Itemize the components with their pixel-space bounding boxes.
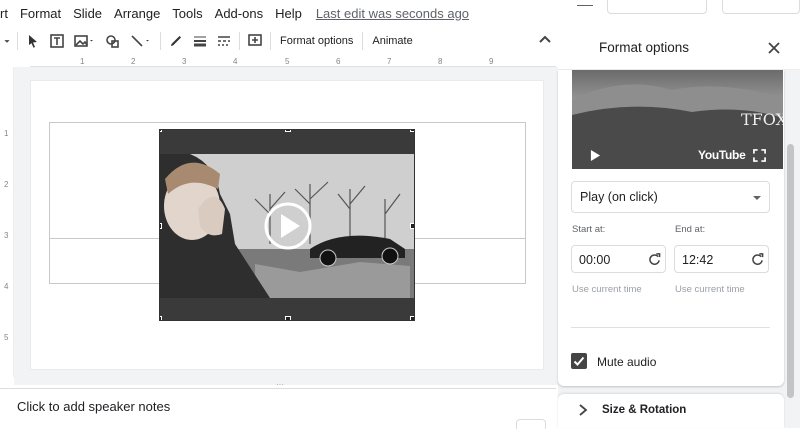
- format-options-panel: Format options TFOX YouTube Play (on cli…: [558, 27, 800, 428]
- video-thumbnail[interactable]: TFOX YouTube: [572, 70, 783, 169]
- refresh-icon[interactable]: [751, 253, 764, 266]
- menu-addons[interactable]: Add-ons: [209, 6, 269, 21]
- toolbar-divider: [160, 32, 161, 50]
- dropdown-caret-icon: [753, 196, 761, 200]
- panel-scrollbar[interactable]: [787, 144, 794, 398]
- last-edit-link[interactable]: Last edit was seconds ago: [316, 6, 469, 21]
- resize-handle[interactable]: [410, 223, 414, 229]
- horizontal-ruler: 1 2 3 4 5 6 7 8 9: [30, 55, 556, 67]
- ruler-tick: 4: [233, 57, 238, 66]
- playback-mode-dropdown[interactable]: Play (on click): [571, 181, 770, 213]
- video-frame: [160, 154, 414, 298]
- menu-insert[interactable]: rt: [0, 6, 14, 21]
- toolbar: Format options Animate: [0, 27, 560, 55]
- size-rotation-section[interactable]: Size & Rotation: [558, 394, 784, 428]
- close-icon[interactable]: [766, 40, 782, 56]
- menu-format[interactable]: Format: [14, 6, 67, 21]
- format-options-button[interactable]: Format options: [274, 30, 359, 52]
- ruler-tick: 2: [131, 57, 136, 66]
- ruler-tick: 1: [4, 129, 9, 138]
- menu-help[interactable]: Help: [269, 6, 308, 21]
- end-time-field[interactable]: 12:42: [674, 245, 769, 273]
- ruler-tick: 3: [4, 231, 9, 240]
- top-control-2[interactable]: [607, 0, 707, 14]
- ruler-tick: 9: [489, 57, 494, 66]
- resize-handle[interactable]: [160, 223, 162, 229]
- video-watermark: TFOX: [741, 110, 783, 129]
- ruler-tick: 2: [4, 180, 9, 189]
- end-at-label: End at:: [675, 224, 706, 235]
- chevron-down-icon[interactable]: [0, 30, 14, 52]
- ruler-tick: 5: [4, 333, 9, 342]
- speaker-notes[interactable]: Click to add speaker notes: [0, 388, 556, 429]
- comment-add-icon[interactable]: [243, 30, 267, 52]
- fullscreen-icon[interactable]: [753, 149, 766, 162]
- mute-audio-label[interactable]: Mute audio: [597, 355, 656, 369]
- toolbar-divider: [362, 32, 364, 50]
- use-current-time-end[interactable]: Use current time: [675, 284, 745, 295]
- ruler-tick: 5: [285, 57, 290, 66]
- cursor-icon[interactable]: [21, 30, 45, 52]
- ruler-tick: 4: [4, 282, 9, 291]
- start-time-value: 00:00: [579, 253, 611, 267]
- start-time-field[interactable]: 00:00: [571, 245, 666, 273]
- menu-arrange[interactable]: Arrange: [108, 6, 166, 21]
- collapse-icon[interactable]: [536, 31, 554, 49]
- text-box-icon[interactable]: [45, 30, 69, 52]
- size-rotation-label: Size & Rotation: [602, 404, 687, 416]
- resize-handle[interactable]: [285, 130, 291, 132]
- vertical-ruler: 1 2 3 4 5: [0, 67, 14, 377]
- shape-icon[interactable]: [101, 30, 125, 52]
- top-control-1[interactable]: [577, 0, 593, 6]
- ruler-tick: 6: [336, 57, 341, 66]
- video-playback-card: TFOX YouTube Play (on click) Start at: E…: [558, 70, 784, 386]
- toolbar-divider: [239, 32, 240, 50]
- menu-tools[interactable]: Tools: [166, 6, 208, 21]
- youtube-logo[interactable]: YouTube: [698, 148, 746, 162]
- playback-mode-value: Play (on click): [580, 190, 658, 204]
- resize-handle[interactable]: [160, 316, 162, 320]
- toolbar-divider: [270, 32, 271, 50]
- ruler-tick: 8: [438, 57, 443, 66]
- line-icon[interactable]: [125, 30, 157, 52]
- end-time-value: 12:42: [682, 253, 714, 267]
- animate-button[interactable]: Animate: [366, 30, 418, 52]
- ruler-tick: 7: [387, 57, 392, 66]
- image-icon[interactable]: [69, 30, 101, 52]
- video-scene-image: [160, 154, 414, 298]
- ruler-tick: 1: [80, 57, 85, 66]
- pen-icon[interactable]: [164, 30, 188, 52]
- panel-divider: [571, 327, 770, 328]
- checkmark-icon: [573, 356, 585, 366]
- menu-slide[interactable]: Slide: [67, 6, 108, 21]
- start-at-label: Start at:: [572, 224, 606, 235]
- mute-audio-checkbox[interactable]: [571, 353, 587, 369]
- video-object[interactable]: [159, 129, 415, 321]
- line-dash-icon[interactable]: [212, 30, 236, 52]
- play-icon[interactable]: [590, 149, 601, 162]
- refresh-icon[interactable]: [648, 253, 661, 266]
- top-control-3[interactable]: [722, 0, 800, 14]
- line-weight-icon[interactable]: [188, 30, 212, 52]
- resize-handle[interactable]: [160, 130, 162, 132]
- toolbar-divider: [17, 32, 18, 50]
- use-current-time-start[interactable]: Use current time: [572, 284, 642, 295]
- panel-header: Format options: [558, 27, 800, 70]
- ruler-tick: 3: [182, 57, 187, 66]
- resize-handle[interactable]: [410, 130, 414, 132]
- resize-handle[interactable]: [285, 316, 291, 320]
- panel-title: Format options: [599, 40, 690, 55]
- speaker-notes-placeholder[interactable]: Click to add speaker notes: [17, 399, 170, 414]
- resize-handle[interactable]: [410, 316, 414, 320]
- chevron-right-icon: [579, 404, 588, 416]
